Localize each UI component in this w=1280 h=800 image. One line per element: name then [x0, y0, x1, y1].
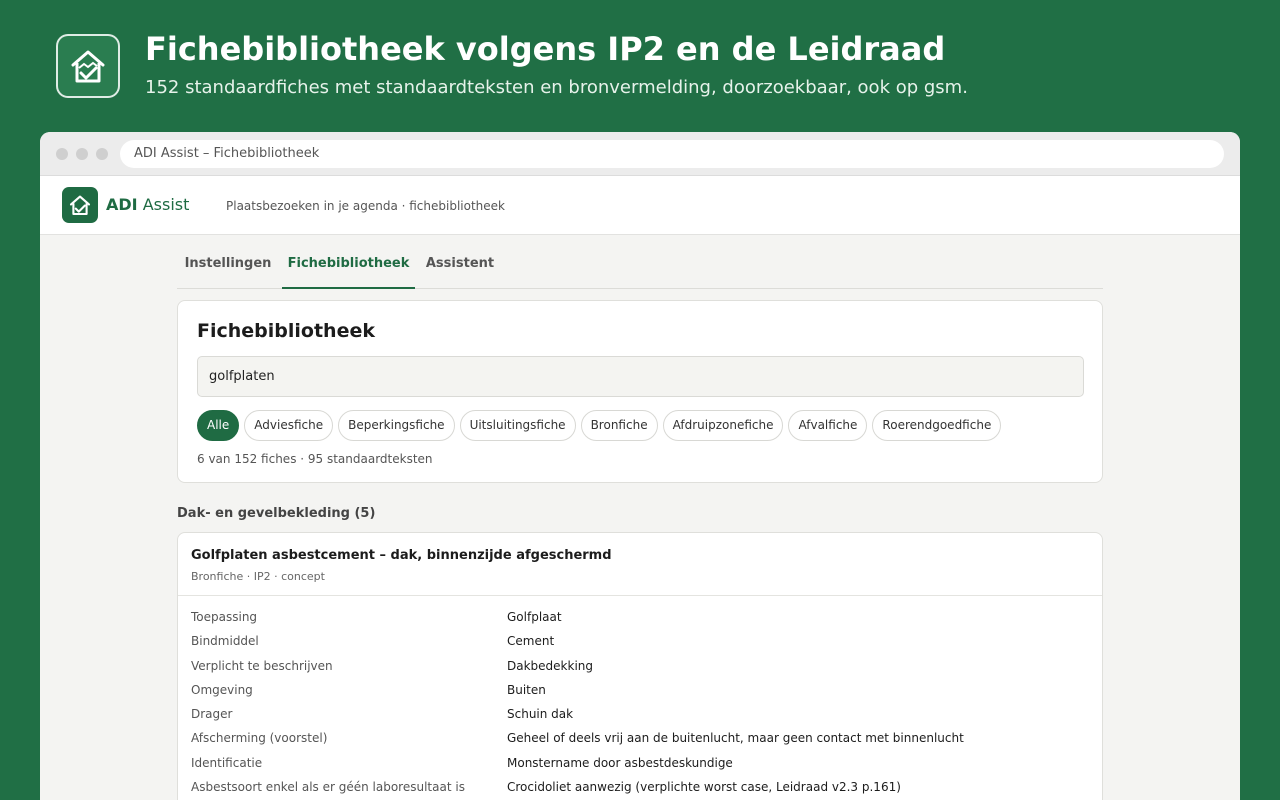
filter-chip-uitsluitingsfiche[interactable]: Uitsluitingsfiche — [459, 410, 576, 441]
app-tagline: Plaatsbezoeken in je agenda · fichebibli… — [226, 199, 505, 213]
property-value: Buiten — [507, 682, 546, 697]
property-row: Drager Schuin dak — [178, 703, 1102, 727]
fiche-meta: Bronfiche · IP2 · concept — [191, 570, 325, 583]
property-row: Identificatie Monstername door asbestdes… — [178, 752, 1102, 776]
group-title: Dak- en gevelbekleding (5) — [177, 506, 376, 521]
library-title: Fichebibliotheek — [197, 320, 375, 342]
filter-chip-alle[interactable]: Alle — [197, 410, 240, 441]
result-count: 6 van 152 fiches · 95 standaardteksten — [197, 452, 433, 466]
main-content: Instellingen Fichebibliotheek Assistent … — [177, 235, 1103, 800]
brand-name[interactable]: ADI Assist — [106, 195, 189, 214]
app-header: ADI Assist Plaatsbezoeken in je agenda ·… — [40, 176, 1240, 235]
filter-chip-beperkingsfiche[interactable]: Beperkingsfiche — [338, 410, 455, 441]
window-maximize-dot[interactable] — [96, 148, 108, 160]
tab-bar: Instellingen Fichebibliotheek Assistent — [177, 235, 1103, 289]
filter-chip-afvalfiche[interactable]: Afvalfiche — [788, 410, 868, 441]
brand-light: Assist — [137, 195, 190, 214]
property-row: Bindmiddel Cement — [178, 630, 1102, 654]
browser-window: ADI Assist – Fichebibliotheek ADI Assist… — [40, 132, 1240, 800]
tab-assistent[interactable]: Assistent — [417, 235, 503, 289]
property-row: Toepassing Golfplaat — [178, 606, 1102, 630]
property-key: Bindmiddel — [191, 634, 259, 649]
property-value: Dakbedekking — [507, 658, 593, 673]
browser-toolbar: ADI Assist – Fichebibliotheek — [40, 132, 1240, 176]
property-key: Omgeving — [191, 682, 253, 697]
fiche-card[interactable]: Golfplaten asbestcement – dak, binnenzij… — [177, 532, 1103, 800]
window-minimize-dot[interactable] — [76, 148, 88, 160]
hero-subtitle: 152 standaardfiches met standaardteksten… — [145, 77, 968, 98]
property-value: Cement — [507, 634, 555, 649]
filter-chip-afdruipzonefiche[interactable]: Afdruipzonefiche — [662, 410, 784, 441]
property-key: Verplicht te beschrijven — [191, 658, 333, 673]
property-value: Golfplaat — [507, 610, 562, 624]
property-key: Asbestsoort enkel als er géén laboresult… — [191, 780, 465, 795]
property-key: Identificatie — [191, 755, 263, 770]
property-row: Afscherming (voorstel) Geheel of deels v… — [178, 727, 1102, 751]
property-row: Asbestsoort enkel als er géén laboresult… — [178, 776, 1102, 800]
brand-bold: ADI — [106, 195, 138, 214]
fiche-header[interactable]: Golfplaten asbestcement – dak, binnenzij… — [178, 533, 1102, 596]
fiche-title: Golfplaten asbestcement – dak, binnenzij… — [191, 548, 612, 563]
search-input[interactable] — [197, 356, 1084, 397]
library-card: Fichebibliotheek Alle Adviesfiche Beperk… — [177, 300, 1103, 483]
filter-chip-roerendgoedfiche[interactable]: Roerendgoedfiche — [872, 410, 1002, 441]
app-logo-icon[interactable] — [62, 187, 98, 223]
filter-chip-bronfiche[interactable]: Bronfiche — [580, 410, 658, 441]
property-key: Afscherming (voorstel) — [191, 731, 328, 746]
hero-house-check-icon — [56, 34, 120, 98]
property-value: Monstername door asbestdeskundige — [507, 755, 733, 770]
property-key: Drager — [191, 707, 233, 722]
property-row: Verplicht te beschrijven Dakbedekking — [178, 655, 1102, 679]
window-close-dot[interactable] — [56, 148, 68, 160]
property-value: Geheel of deels vrij aan de buitenlucht,… — [507, 731, 964, 746]
filter-chips: Alle Adviesfiche Beperkingsfiche Uitslui… — [197, 410, 1002, 441]
property-value: Crocidoliet aanwezig (verplichte worst c… — [507, 780, 901, 795]
filter-chip-adviesfiche[interactable]: Adviesfiche — [244, 410, 334, 441]
tab-instellingen[interactable]: Instellingen — [177, 235, 279, 289]
tab-fichebibliotheek[interactable]: Fichebibliotheek — [282, 235, 415, 289]
fiche-properties: Toepassing Golfplaat Bindmiddel Cement V… — [178, 596, 1102, 800]
property-key: Toepassing — [191, 610, 258, 624]
hero-title: Fichebibliotheek volgens IP2 en de Leidr… — [145, 30, 946, 68]
address-bar[interactable]: ADI Assist – Fichebibliotheek — [120, 140, 1224, 168]
property-value: Schuin dak — [507, 707, 574, 722]
property-row: Omgeving Buiten — [178, 679, 1102, 703]
